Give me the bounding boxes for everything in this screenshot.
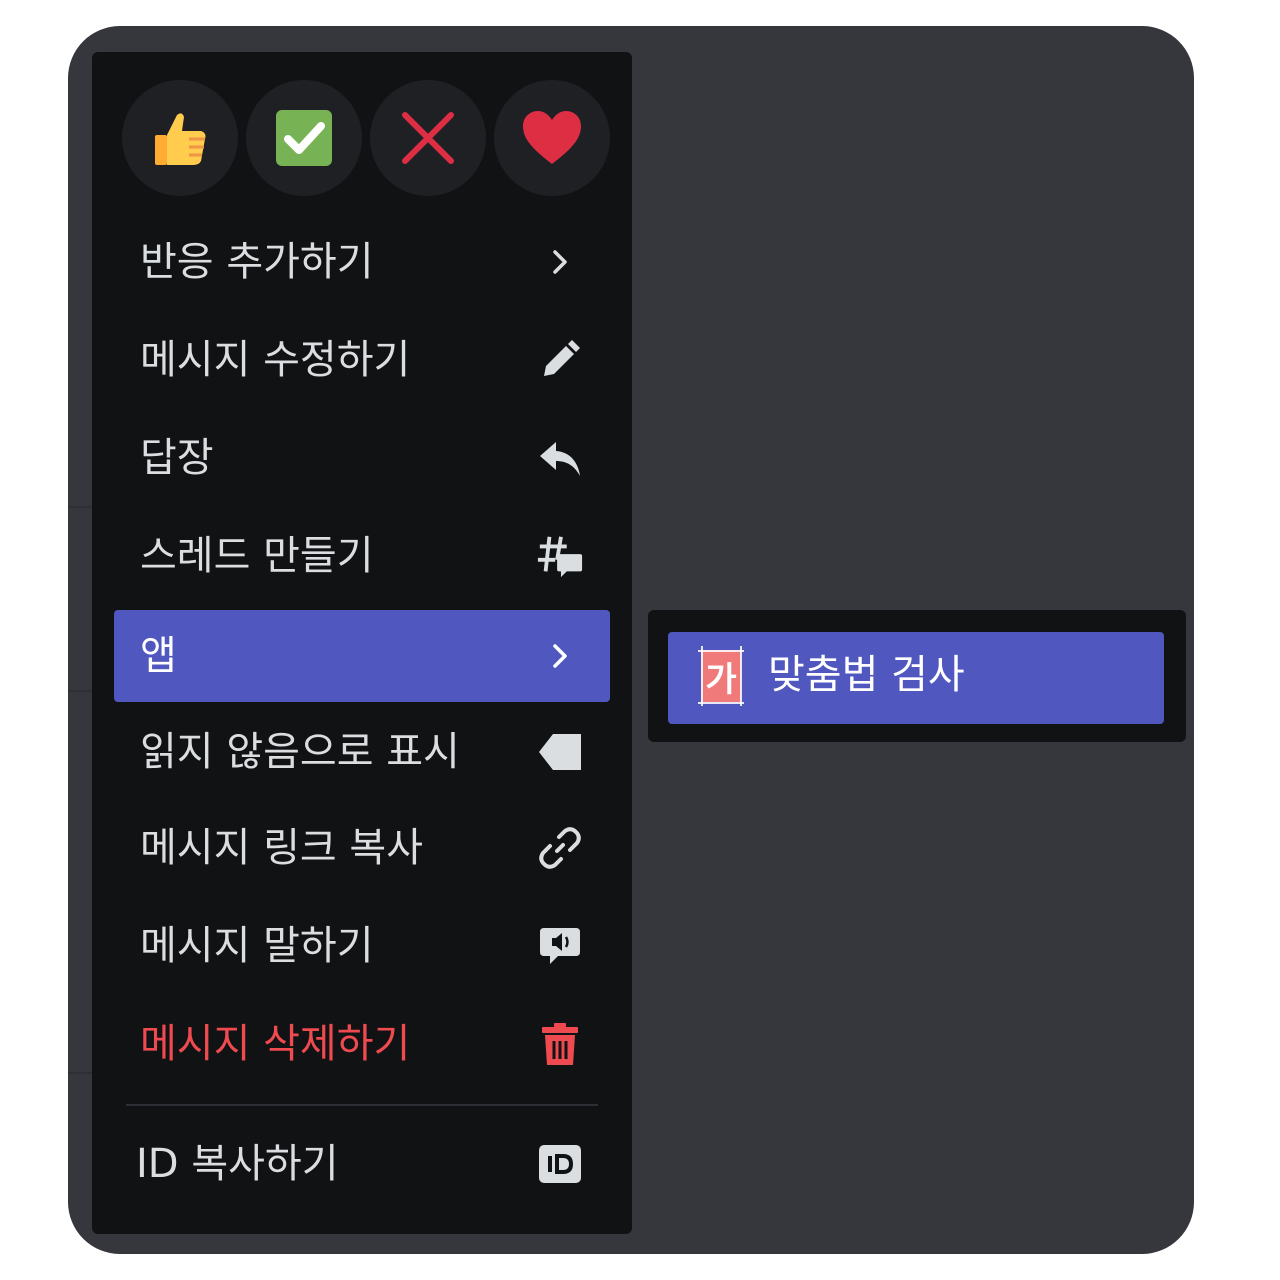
check-mark-icon [276,110,332,166]
quick-reactions [122,80,610,196]
cross-mark-icon [402,112,454,164]
thread-icon [536,532,584,580]
menu-item-label: 메시지 삭제하기 [140,1021,411,1067]
id-badge-icon [536,1140,584,1188]
menu-item-apps[interactable]: 앱 [114,610,610,702]
submenu-item-label: 맞춤법 검사 [768,652,965,698]
menu-item-label: 읽지 않음으로 표시 [140,729,460,775]
background-divider [68,690,92,692]
pencil-icon [536,336,584,384]
chevron-right-icon [536,238,584,286]
menu-item-copy-message-link[interactable]: 메시지 링크 복사 [114,802,610,894]
menu-item-label: 답장 [140,435,214,481]
reaction-cross-button[interactable] [370,80,486,196]
submenu-item-spellcheck[interactable]: 가 맞춤법 검사 [668,632,1164,724]
menu-separator [126,1104,598,1106]
reaction-heart-button[interactable] [494,80,610,196]
background-divider [68,1072,92,1074]
thumbs-up-icon [155,113,206,165]
spellcheck-icon-glyph: 가 [701,650,741,702]
speech-bubble-icon [536,922,584,970]
menu-item-label: ID 복사하기 [136,1141,339,1187]
reaction-check-button[interactable] [246,80,362,196]
menu-item-label: 메시지 링크 복사 [140,825,424,871]
spellcheck-icon: 가 [698,646,744,706]
menu-item-reply[interactable]: 답장 [114,412,610,504]
reply-arrow-icon [536,434,584,482]
menu-item-delete-message[interactable]: 메시지 삭제하기 [114,998,610,1090]
reaction-thumbs-up-button[interactable] [122,80,238,196]
menu-item-add-reaction[interactable]: 반응 추가하기 [114,216,610,308]
menu-item-label: 반응 추가하기 [140,239,374,285]
menu-item-label: 스레드 만들기 [140,533,374,579]
menu-item-speak-message[interactable]: 메시지 말하기 [114,900,610,992]
background-divider [68,506,92,508]
menu-item-label: 메시지 수정하기 [140,337,411,383]
menu-item-copy-id[interactable]: ID 복사하기 [114,1118,610,1210]
menu-item-create-thread[interactable]: 스레드 만들기 [114,510,610,602]
unread-flag-icon [536,728,584,776]
menu-item-label: 메시지 말하기 [140,923,374,969]
menu-item-edit-message[interactable]: 메시지 수정하기 [114,314,610,406]
menu-item-label: 앱 [140,633,177,679]
chevron-right-icon [536,632,584,680]
menu-item-mark-unread[interactable]: 읽지 않음으로 표시 [114,706,610,798]
heart-icon [523,111,581,164]
trash-icon [536,1020,584,1068]
link-icon [536,824,584,872]
